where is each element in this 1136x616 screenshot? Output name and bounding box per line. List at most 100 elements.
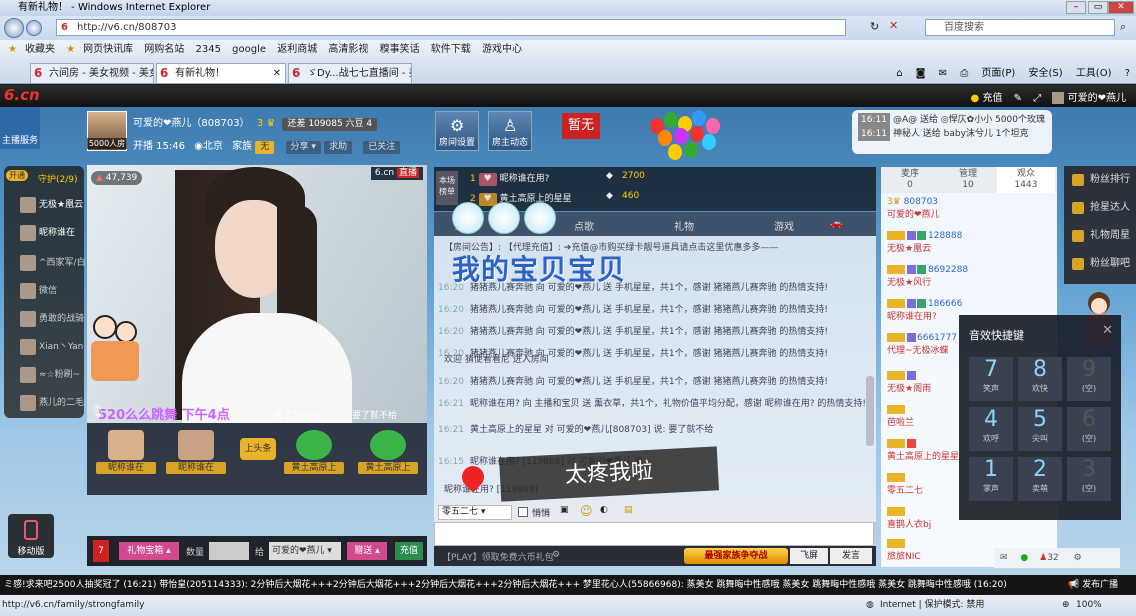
sound-key-4[interactable]: 4 欢呼 <box>969 407 1013 451</box>
gift-weekly-button[interactable]: 礼物周星 <box>1064 222 1136 250</box>
feeds-icon[interactable]: ◙ <box>916 68 926 79</box>
share-button[interactable]: 分享 ▾ <box>285 141 321 154</box>
minimize-button[interactable]: – <box>1066 1 1086 14</box>
sound-key-2[interactable]: 2 卖萌 <box>1018 457 1062 501</box>
tab-mic-queue[interactable]: 麦序 0 <box>881 169 939 191</box>
help-button[interactable]: 求助 <box>324 141 353 154</box>
guard-item[interactable]: 微信 <box>8 278 57 304</box>
tab-gifts[interactable]: 礼物 <box>674 218 694 233</box>
recharge-button[interactable]: 充值 <box>395 542 423 560</box>
user-avatar[interactable] <box>1052 92 1065 104</box>
page-menu[interactable]: 页面(P) <box>981 68 1015 79</box>
recharge-link[interactable]: 充值 <box>982 93 1002 104</box>
browser-tab-active[interactable]: 6 有新礼物！ ✕ <box>156 63 286 83</box>
sound-key-6[interactable]: 6 (空) <box>1067 407 1111 451</box>
sound-key-5[interactable]: 5 尖叫 <box>1018 407 1062 451</box>
chat-input[interactable] <box>434 522 874 546</box>
user-name[interactable]: 可爱的❤燕儿 <box>1068 93 1126 104</box>
back-button[interactable] <box>4 18 24 38</box>
host-dynamics-button[interactable]: ♙ 房主动态 <box>488 111 532 151</box>
help-icon[interactable]: ? <box>1125 68 1130 79</box>
gift-slot[interactable]: 昵称谁在 <box>166 430 226 478</box>
fav-link[interactable]: 返利商城 <box>277 44 317 55</box>
forward-button[interactable] <box>26 20 42 36</box>
add-favorite-icon[interactable]: ★ <box>66 44 75 55</box>
tab-song-request[interactable]: 点歌 <box>574 218 594 233</box>
fav-link[interactable]: 网页快讯库 <box>83 44 133 55</box>
rank-row-1[interactable]: 1 ♥ 昵称谁在用? <box>470 171 549 186</box>
audience-item[interactable]: 6661777 代理~无极冰蝶 <box>887 333 957 356</box>
tab-close-icon[interactable]: ✕ <box>273 64 281 83</box>
site-logo[interactable]: 6.cn <box>4 86 40 104</box>
safety-menu[interactable]: 安全(S) <box>1028 68 1062 79</box>
gift-box-button[interactable]: 礼物宝箱 ▴ <box>119 542 179 560</box>
settings-icon[interactable]: ⚙ <box>1074 553 1082 563</box>
tab-games[interactable]: 游戏 <box>774 218 794 233</box>
tab-audience[interactable]: 观众 1443 <box>997 167 1055 193</box>
guard-item[interactable]: ≈☆粉刷~ <box>8 362 80 388</box>
fav-link[interactable]: 网购名站 <box>144 44 184 55</box>
zoom-level[interactable]: 100% <box>1076 595 1102 616</box>
color-icon[interactable]: ◐ <box>600 505 608 515</box>
guard-item[interactable]: 无极★凰云 <box>8 192 83 218</box>
rank-row-2[interactable]: 2 ♥ 黄土高原上的星星 <box>470 191 572 206</box>
edit-icon[interactable]: ✎ <box>1014 93 1022 104</box>
fan-chat-button[interactable]: 粉丝聊吧 <box>1064 250 1136 278</box>
sound-key-3[interactable]: 3 (空) <box>1067 457 1111 501</box>
send-gift-button[interactable]: 赠送 ▴ <box>347 542 387 560</box>
maximize-button[interactable]: ▭ <box>1088 1 1108 14</box>
audience-item[interactable]: 喜鹊人衣bj <box>887 507 931 530</box>
guard-item[interactable]: 勇敢的战骑 <box>8 306 84 332</box>
guard-item[interactable]: ^西家军/白 <box>8 250 86 276</box>
follow-button[interactable]: 已关注 <box>363 141 401 154</box>
image-icon[interactable]: ▣ <box>560 505 569 515</box>
guard-item[interactable]: 昵称谁在 <box>8 220 75 246</box>
fly-screen-button[interactable]: 飞屏 <box>790 548 828 564</box>
sound-key-7[interactable]: 7 笑声 <box>969 357 1013 401</box>
settings-small-icon[interactable]: ⚙ <box>552 550 560 560</box>
guard-item[interactable]: Xian丶Yan <box>8 334 83 360</box>
open-guard-button[interactable]: 开通 <box>6 170 28 181</box>
expand-icon[interactable]: ⤢ <box>1033 93 1041 104</box>
publish-broadcast-button[interactable]: 📢 发布广播 <box>1062 577 1136 593</box>
browser-tab[interactable]: 6 六间房 - 美女视频 - 美女... <box>30 63 154 83</box>
whisper-checkbox[interactable] <box>518 507 528 517</box>
message-icon[interactable]: ✉ <box>1000 553 1008 563</box>
audience-item[interactable]: 128888 无极★凰云 <box>887 231 962 254</box>
room-settings-button[interactable]: ⚙ 房间设置 <box>435 111 479 151</box>
audience-item[interactable]: 8692288 无极★风行 <box>887 265 968 288</box>
chat-scrollbar[interactable] <box>866 376 874 446</box>
audience-item[interactable]: 芭啦兰 <box>887 405 914 428</box>
recipient-select[interactable]: 可爱的❤燕儿 ▾ <box>269 542 341 560</box>
close-icon[interactable]: ✕ <box>1102 323 1113 338</box>
fan-ranking-button[interactable]: 粉丝排行 <box>1064 166 1136 194</box>
fav-link[interactable]: 软件下载 <box>431 44 471 55</box>
audience-item[interactable]: 无极★阁雨 <box>887 371 931 394</box>
emoji-icon[interactable]: ☺ <box>580 504 593 518</box>
tools-menu[interactable]: 工具(O) <box>1076 68 1112 79</box>
gift-slot[interactable]: 昵称谁在 <box>96 430 156 478</box>
favorites-button[interactable]: 收藏夹 <box>25 44 55 55</box>
refresh-icon[interactable]: ↻ <box>870 20 879 33</box>
family-race-button[interactable]: 最强家族争夺战 <box>684 548 788 564</box>
fav-link[interactable]: 糗事笑话 <box>380 44 420 55</box>
mail-icon[interactable]: ✉ <box>939 68 947 79</box>
microphone-icon[interactable]: 🎙 <box>90 404 105 418</box>
fav-link[interactable]: 2345 <box>196 44 221 55</box>
quantity-input[interactable] <box>209 542 249 560</box>
free-gift-link[interactable]: 【PLAY】领取免费六币礼包 <box>442 550 554 563</box>
address-bar[interactable]: 6 http://v6.cn/808703 <box>56 19 846 36</box>
search-icon[interactable]: ⌕ <box>1120 20 1126 34</box>
main-service-button[interactable]: 主播服务 <box>0 107 40 149</box>
home-icon[interactable]: ⌂ <box>896 68 902 79</box>
print-icon[interactable]: ⎙ <box>960 68 968 79</box>
sticker-icon[interactable]: ▤ <box>624 505 633 515</box>
guard-item[interactable]: 燕儿的二毛 <box>8 390 84 416</box>
audience-item[interactable]: 3♛ 808703 可爱的❤燕儿 <box>887 197 940 220</box>
car-icon[interactable]: 🚗 <box>830 218 842 229</box>
fav-link[interactable]: 游戏中心 <box>482 44 522 55</box>
headline-slot[interactable]: 上头条 <box>228 430 288 478</box>
tab-admins[interactable]: 管理 10 <box>939 169 997 191</box>
gift-count-icon[interactable]: 7 <box>93 540 109 562</box>
gift-slot[interactable]: 黄土高原上 <box>284 430 344 478</box>
